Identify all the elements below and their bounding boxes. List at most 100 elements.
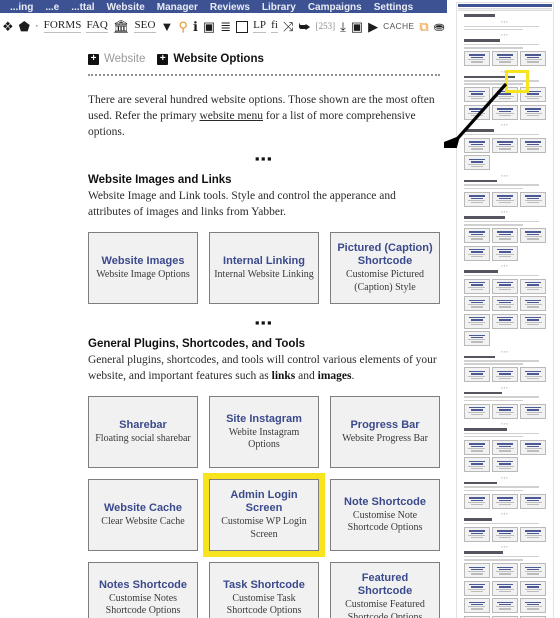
- user-icon[interactable]: ⛂: [434, 16, 445, 38]
- topnav-item[interactable]: Library: [256, 0, 302, 13]
- robot-icon[interactable]: ▣: [203, 16, 215, 38]
- thumbnail-card-title: [497, 299, 513, 301]
- forms-link[interactable]: FORMS: [43, 16, 82, 38]
- option-card[interactable]: Website Images Website Image Options: [88, 232, 198, 304]
- thumbnail-card-desc: [496, 571, 514, 573]
- breadcrumb: + Website + Website Options: [88, 53, 440, 65]
- option-card-body[interactable]: Pictured (Caption) Shortcode Customise Pi…: [330, 232, 440, 304]
- thumbnail-card-desc: [524, 606, 542, 608]
- thumbnail-heading: [464, 355, 496, 359]
- thumbnail-card-desc: [468, 253, 486, 255]
- image-icon[interactable]: ▣: [351, 16, 363, 38]
- option-card-description: Webite Instagram Options: [228, 426, 300, 451]
- option-card-body[interactable]: Website Cache Clear Website Cache: [88, 479, 198, 551]
- option-card-body[interactable]: Progress Bar Website Progress Bar: [330, 396, 440, 468]
- faq-link[interactable]: FAQ: [86, 16, 108, 38]
- option-card[interactable]: Sharebar Floating social sharebar: [88, 396, 198, 468]
- thumbnail-card-row: [464, 457, 546, 473]
- thumbnail-heading: [464, 216, 505, 219]
- info-icon[interactable]: ℹ: [193, 16, 198, 38]
- topnav-item[interactable]: ...e: [39, 0, 65, 13]
- package-icon[interactable]: ⬟: [19, 16, 30, 38]
- topnav-item[interactable]: Campaigns: [302, 0, 368, 13]
- section-separator-dots: ▪▪▪: [254, 151, 274, 166]
- topnav-item[interactable]: Settings: [368, 0, 419, 13]
- option-card[interactable]: Task Shortcode Customise Task Shortcode O…: [209, 562, 319, 618]
- topnav-item[interactable]: ...ttal: [65, 0, 100, 13]
- topnav-item[interactable]: Manager: [151, 0, 204, 13]
- share-icon[interactable]: ⮩: [298, 16, 310, 38]
- bank-icon[interactable]: 🏛: [113, 16, 130, 38]
- thumbnail-card-desc: [470, 467, 483, 470]
- option-card-body[interactable]: Notes Shortcode Customise Notes Shortcode…: [88, 562, 198, 618]
- option-card[interactable]: Notes Shortcode Customise Notes Shortcode…: [88, 562, 198, 618]
- thumbnail-text-line: [464, 25, 540, 28]
- option-card-highlighted[interactable]: Admin Login Screen Customise WP Login Scr…: [203, 473, 325, 557]
- option-card-body[interactable]: Site Instagram Webite Instagram Options: [209, 396, 319, 468]
- option-card-body[interactable]: Note Shortcode Customise Note Shortcode O…: [330, 479, 440, 551]
- fi-link[interactable]: fi: [271, 16, 279, 38]
- duplicate-icon[interactable]: ⧉: [419, 16, 428, 38]
- option-card[interactable]: Pictured (Caption) Shortcode Customise Pi…: [330, 232, 440, 304]
- cache-link[interactable]: CACHE: [383, 16, 414, 38]
- website-menu-link[interactable]: website menu: [199, 110, 263, 122]
- breadcrumb-item-website-options[interactable]: Website Options: [173, 53, 264, 65]
- thumbnail-card: [520, 493, 546, 509]
- option-card-body[interactable]: Website Images Website Image Options: [88, 232, 198, 304]
- video-icon-glyph: ▶: [368, 19, 379, 34]
- option-card[interactable]: Internal Linking Internal Website Linking: [209, 232, 319, 304]
- notification-count[interactable]: [253]: [316, 16, 336, 38]
- square-icon[interactable]: [236, 16, 249, 38]
- option-card-body[interactable]: Featured Shortcode Customise Featured Sho…: [330, 562, 440, 618]
- globe-icon[interactable]: ❖: [2, 16, 14, 38]
- thumbnail-card-title: [469, 248, 485, 251]
- thumbnail-card-title: [525, 584, 541, 586]
- thumbnail-card-desc: [468, 375, 486, 377]
- thumbnail-card-title: [499, 445, 511, 448]
- thumbnail-card-desc: [498, 238, 512, 240]
- plus-square-icon: +: [88, 53, 99, 65]
- download-icon[interactable]: ⤓: [340, 16, 346, 38]
- thumbnail-card: [464, 191, 490, 207]
- info-icon-glyph: ℹ: [192, 19, 198, 34]
- list-grid-icon[interactable]: ≣: [220, 16, 231, 38]
- thumbnail-card-title: [499, 373, 511, 375]
- video-icon[interactable]: ▶: [368, 16, 378, 38]
- option-card[interactable]: Note Shortcode Customise Note Shortcode O…: [330, 479, 440, 551]
- thumbnail-card-row: [464, 245, 546, 261]
- lp-link[interactable]: LP: [253, 16, 267, 38]
- intro-paragraph: There are several hundred website option…: [88, 92, 440, 140]
- topnav-item[interactable]: Website: [101, 0, 151, 13]
- breadcrumb-item-website[interactable]: Website: [104, 53, 145, 65]
- option-card[interactable]: Progress Bar Website Progress Bar: [330, 396, 440, 468]
- duplicate-icon-glyph: ⧉: [419, 19, 429, 34]
- plug-icon[interactable]: ⚲: [178, 16, 188, 38]
- option-card[interactable]: Site Instagram Webite Instagram Options: [209, 396, 319, 468]
- thumbnail-card-row: [464, 526, 546, 542]
- option-card-description: Customise Featured Shortcode Options: [345, 599, 425, 618]
- thumbnail-card-title: [469, 601, 485, 603]
- option-card-body[interactable]: Admin Login Screen Customise WP Login Scr…: [209, 479, 319, 551]
- thumbnail-card-title: [525, 601, 541, 603]
- separator-dot[interactable]: ·: [35, 16, 39, 38]
- thumbnail-text-line: [464, 274, 540, 277]
- topnav-item[interactable]: ...ing: [4, 0, 39, 13]
- thumbnail-card-desc: [498, 573, 512, 575]
- cache-label: CACHE: [383, 21, 415, 32]
- thumbnail-heading: [464, 551, 504, 554]
- topnav-item[interactable]: Reviews: [204, 0, 256, 13]
- shuffle-icon[interactable]: ⤨: [283, 16, 293, 38]
- filter-icon[interactable]: ▼: [161, 16, 174, 38]
- option-card-body[interactable]: Internal Linking Internal Website Linking: [209, 232, 319, 304]
- thumbnail-card-title: [497, 530, 513, 532]
- option-card[interactable]: Featured Shortcode Customise Featured Sho…: [330, 562, 440, 618]
- thumbnail-heading: [464, 179, 497, 183]
- thumbnail-separator: ▪▪▪: [501, 384, 509, 390]
- option-card-body[interactable]: Sharebar Floating social sharebar: [88, 396, 198, 468]
- seo-link[interactable]: SEO: [134, 16, 156, 38]
- option-card-body[interactable]: Task Shortcode Customise Task Shortcode O…: [209, 562, 319, 618]
- thumbnail-separator: ▪▪▪: [501, 172, 509, 178]
- thumbnail-card: [464, 493, 490, 509]
- option-card[interactable]: Website Cache Clear Website Cache: [88, 479, 198, 551]
- thumbnail-card-title: [469, 566, 485, 568]
